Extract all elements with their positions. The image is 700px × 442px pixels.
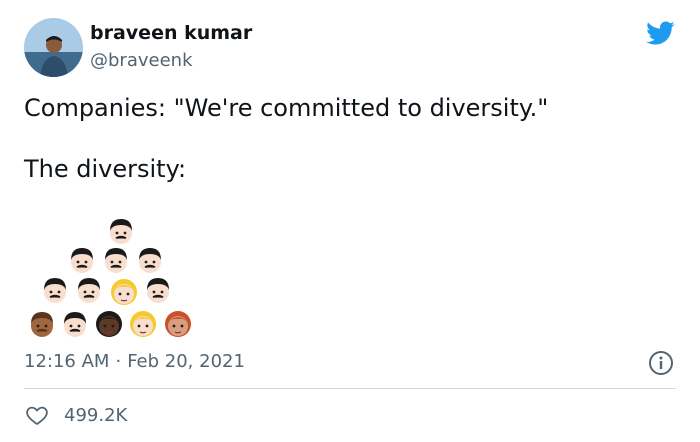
face-emoji xyxy=(74,275,104,309)
tweet-time: 12:16 AM xyxy=(24,351,110,372)
author-name[interactable]: braveen kumar xyxy=(90,22,252,44)
heart-icon xyxy=(26,406,48,425)
face-emoji xyxy=(101,245,131,279)
face-emoji xyxy=(60,309,90,343)
tweet-date: Feb 20, 2021 xyxy=(127,351,245,372)
info-icon[interactable] xyxy=(648,350,674,376)
tweet-text-line-2: The diversity: xyxy=(24,155,187,183)
face-emoji xyxy=(128,309,158,343)
face-emoji xyxy=(143,275,173,309)
author-avatar[interactable] xyxy=(24,18,83,77)
tweet-text-line-1: Companies: "We're committed to diversity… xyxy=(24,94,549,122)
face-emoji xyxy=(94,309,124,343)
tweet-timestamp[interactable]: 12:16 AM · Feb 20, 2021 xyxy=(24,351,245,372)
face-emoji xyxy=(27,309,57,343)
face-emoji xyxy=(109,277,139,311)
like-button[interactable]: 499.2K xyxy=(24,400,127,430)
meta-separator: · xyxy=(115,351,122,372)
face-emoji xyxy=(135,245,165,279)
author-handle[interactable]: @braveenk xyxy=(90,50,193,71)
twitter-bird-icon[interactable] xyxy=(643,18,677,48)
like-count: 499.2K xyxy=(64,404,128,426)
face-emoji xyxy=(40,275,70,309)
face-emoji xyxy=(67,245,97,279)
face-emoji xyxy=(163,309,193,343)
divider xyxy=(24,388,676,389)
